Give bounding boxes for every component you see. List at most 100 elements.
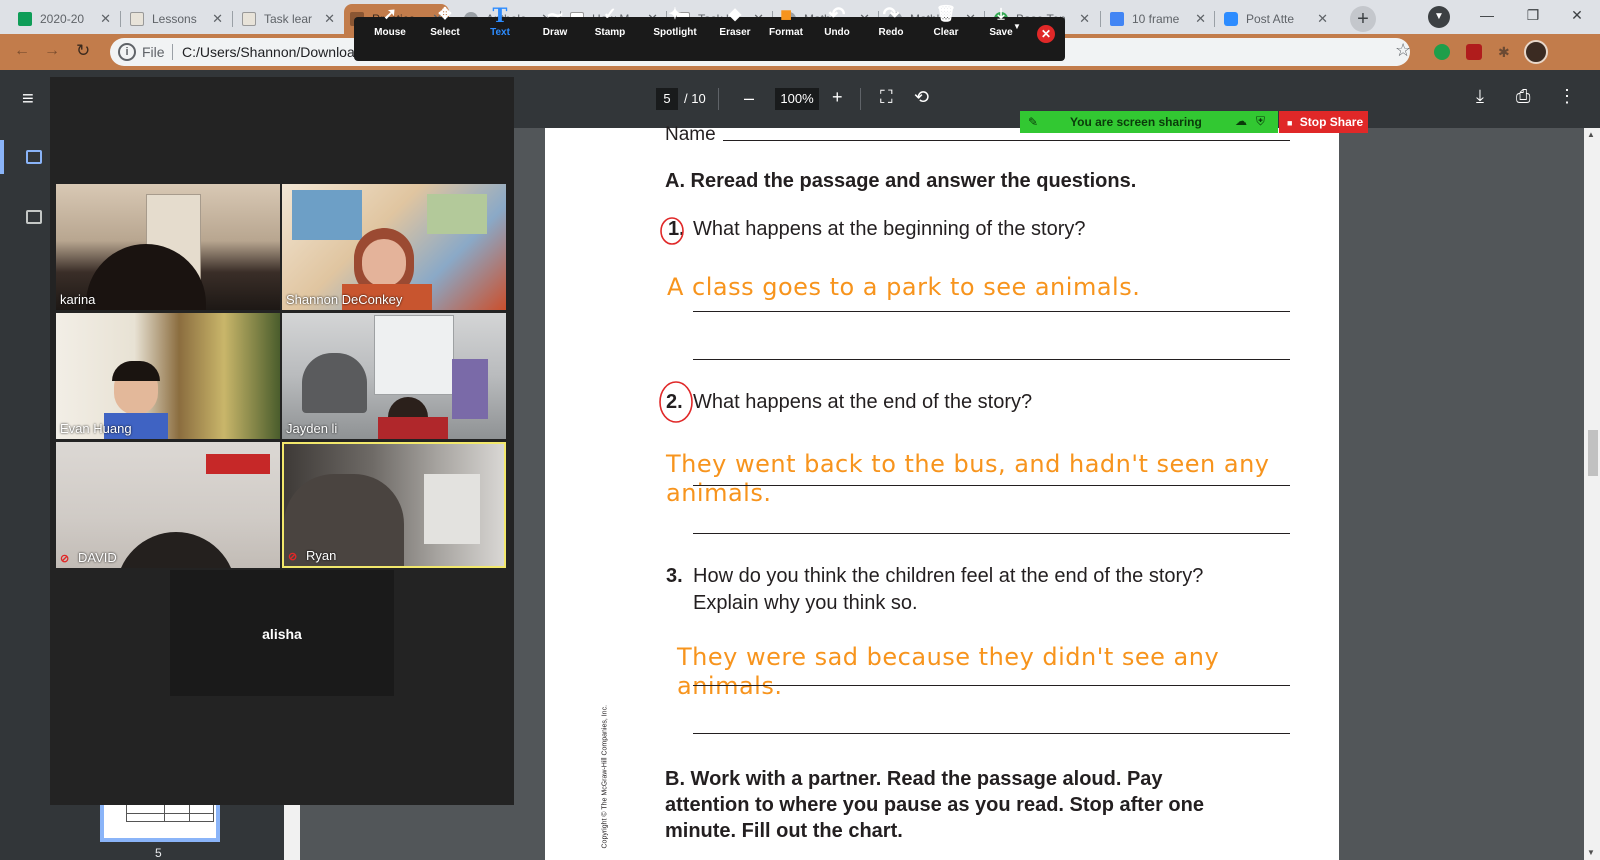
print-icon[interactable]: ⎙ (1516, 86, 1530, 107)
tab-close-icon[interactable]: ✕ (1317, 11, 1328, 27)
tool-label: Format (769, 27, 803, 38)
stop-share-button[interactable]: ■ Stop Share (1279, 111, 1368, 133)
cloud-icon: ☁ (1235, 114, 1247, 128)
undo-button[interactable]: ↶ Undo (809, 0, 865, 44)
thumbnail-page-number: 5 (155, 846, 162, 860)
close-annotation-button[interactable]: ✕ (1037, 25, 1055, 43)
document-scrollbar[interactable] (1584, 128, 1600, 860)
answer-3-line-1[interactable]: They were sad because they didn't see an… (677, 643, 1219, 671)
thumbnail-view-icon[interactable] (26, 150, 42, 164)
menu-icon[interactable]: ≡ (22, 89, 42, 109)
tool-label: Draw (542, 27, 568, 38)
toolbar-divider (718, 88, 719, 110)
browser-tab[interactable]: Task lear ✕ (236, 4, 341, 34)
spotlight-tool-button[interactable]: ✦ Spotlight (643, 0, 707, 44)
tool-label: Save (989, 27, 1013, 38)
bookmark-star-icon[interactable]: ☆ (1395, 40, 1411, 61)
rotate-icon[interactable]: ⟲ (914, 87, 929, 108)
tab-divider (120, 11, 121, 27)
muted-microphone-icon: ⊘ (288, 551, 298, 563)
participant-video-tile[interactable]: Shannon DeConkey (282, 184, 506, 310)
tab-close-icon[interactable]: ✕ (1195, 11, 1206, 27)
extensions-puzzle-icon[interactable]: ✱ (1498, 44, 1514, 60)
back-arrow-icon[interactable]: ← (14, 42, 30, 60)
url-text[interactable]: C:/Users/Shannon/Downloa (182, 44, 355, 60)
question-1-text: What happens at the beginning of the sto… (693, 218, 1086, 240)
answer-line (693, 311, 1290, 312)
minimize-window-button[interactable]: — (1464, 0, 1510, 30)
question-3-line-2: Explain why you think so. (693, 592, 918, 614)
answer-3-line-2[interactable]: animals. (677, 672, 782, 700)
outline-view-icon[interactable] (26, 210, 42, 224)
profile-avatar[interactable] (1524, 40, 1548, 64)
ublock-extension-icon[interactable] (1466, 44, 1482, 60)
participant-name: Shannon DeConkey (286, 292, 403, 307)
extension-icon[interactable] (1434, 44, 1450, 60)
color-swatch-icon: ■ (779, 4, 793, 26)
tab-close-icon[interactable]: ✕ (212, 11, 223, 27)
more-actions-icon[interactable]: ⋮ (1558, 86, 1576, 107)
scrollbar-thumb[interactable] (1588, 430, 1598, 476)
screen-sharing-status-bar[interactable]: ✎ You are screen sharing ☁ ⛨ (1020, 111, 1278, 133)
participant-video-tile[interactable]: Evan Huang (56, 313, 280, 439)
text-tool-button[interactable]: T Text (472, 0, 528, 44)
eraser-tool-button[interactable]: ◆ Eraser (707, 0, 763, 44)
address-divider (172, 44, 173, 60)
tool-label: Spotlight (653, 27, 697, 38)
shield-icon: ⛨ (1256, 114, 1266, 128)
answer-1-text[interactable]: A class goes to a park to see animals. (667, 273, 1140, 301)
mouse-tool-button[interactable]: ➚ Mouse (362, 0, 418, 44)
zoom-out-button[interactable]: – (744, 88, 754, 109)
close-window-button[interactable]: ✕ (1554, 0, 1600, 30)
participant-video-tile[interactable]: Jayden li (282, 313, 506, 439)
clear-button[interactable]: 🗑 Clear (918, 0, 974, 44)
format-tool-button[interactable]: ■ Format (758, 0, 814, 44)
participant-name: Evan Huang (60, 421, 132, 436)
zoom-in-button[interactable]: + (832, 87, 843, 108)
tab-close-icon[interactable]: ✕ (1079, 11, 1090, 27)
participant-no-video-tile[interactable]: alisha (170, 570, 394, 696)
scroll-down-arrow-icon[interactable]: ▼ (1587, 848, 1595, 857)
tool-label: Redo (878, 27, 904, 38)
section-a-heading: A. Reread the passage and answer the que… (665, 170, 1137, 192)
answer-2-line-2[interactable]: animals. (666, 479, 771, 507)
tab-title: Post Atte (1246, 12, 1295, 26)
red-circle-annotation-q2 (659, 381, 693, 423)
red-circle-annotation-q1 (660, 217, 684, 245)
select-tool-button[interactable]: ✥ Select (417, 0, 473, 44)
page-number-input[interactable]: 5 (656, 88, 678, 110)
screen-sharing-label: You are screen sharing (1070, 115, 1202, 129)
fit-page-icon[interactable]: ⛶ (880, 87, 893, 108)
tab-close-icon[interactable]: ✕ (100, 11, 111, 27)
thumbnail-page (104, 800, 216, 838)
wand-icon: ✦ (668, 6, 682, 23)
browser-tab[interactable]: Lessons ✕ (124, 4, 229, 34)
site-info-icon[interactable]: i (118, 43, 136, 61)
zoom-level-input[interactable]: 100% (775, 88, 819, 110)
browser-tab[interactable]: 10 frame ✕ (1104, 4, 1212, 34)
save-options-chevron-icon[interactable]: ▼ (1013, 22, 1021, 31)
answer-line (693, 485, 1290, 486)
participant-video-tile-active-speaker[interactable]: ⊘ Ryan (282, 442, 506, 568)
participant-video-tile[interactable]: ⊘ DAVID (56, 442, 280, 568)
stamp-tool-button[interactable]: ✓ Stamp (582, 0, 638, 44)
new-tab-button[interactable]: + (1350, 6, 1376, 32)
participant-name: DAVID (78, 550, 117, 565)
forward-arrow-icon[interactable]: → (44, 42, 60, 60)
redo-button[interactable]: ↷ Redo (863, 0, 919, 44)
tab-search-icon[interactable]: ▼ (1428, 6, 1450, 28)
task-favicon-icon (242, 12, 256, 26)
scroll-up-arrow-icon[interactable]: ▲ (1587, 130, 1595, 139)
tab-title: Task lear (264, 12, 313, 26)
name-label: Name (665, 124, 716, 145)
draw-tool-button[interactable]: ∼ Draw (527, 0, 583, 44)
restore-window-button[interactable]: ❐ (1510, 0, 1556, 30)
page-thumbnail[interactable] (100, 800, 220, 842)
participant-video-tile[interactable]: karina (56, 184, 280, 310)
browser-tab[interactable]: Post Atte ✕ (1218, 4, 1334, 34)
tab-close-icon[interactable]: ✕ (324, 11, 335, 27)
download-icon[interactable]: ⤓ (1476, 86, 1484, 107)
browser-tab[interactable]: 2020-20 ✕ (12, 4, 117, 34)
reload-icon[interactable]: ↻ (76, 41, 90, 61)
answer-2-line-1[interactable]: They went back to the bus, and hadn't se… (666, 450, 1270, 478)
